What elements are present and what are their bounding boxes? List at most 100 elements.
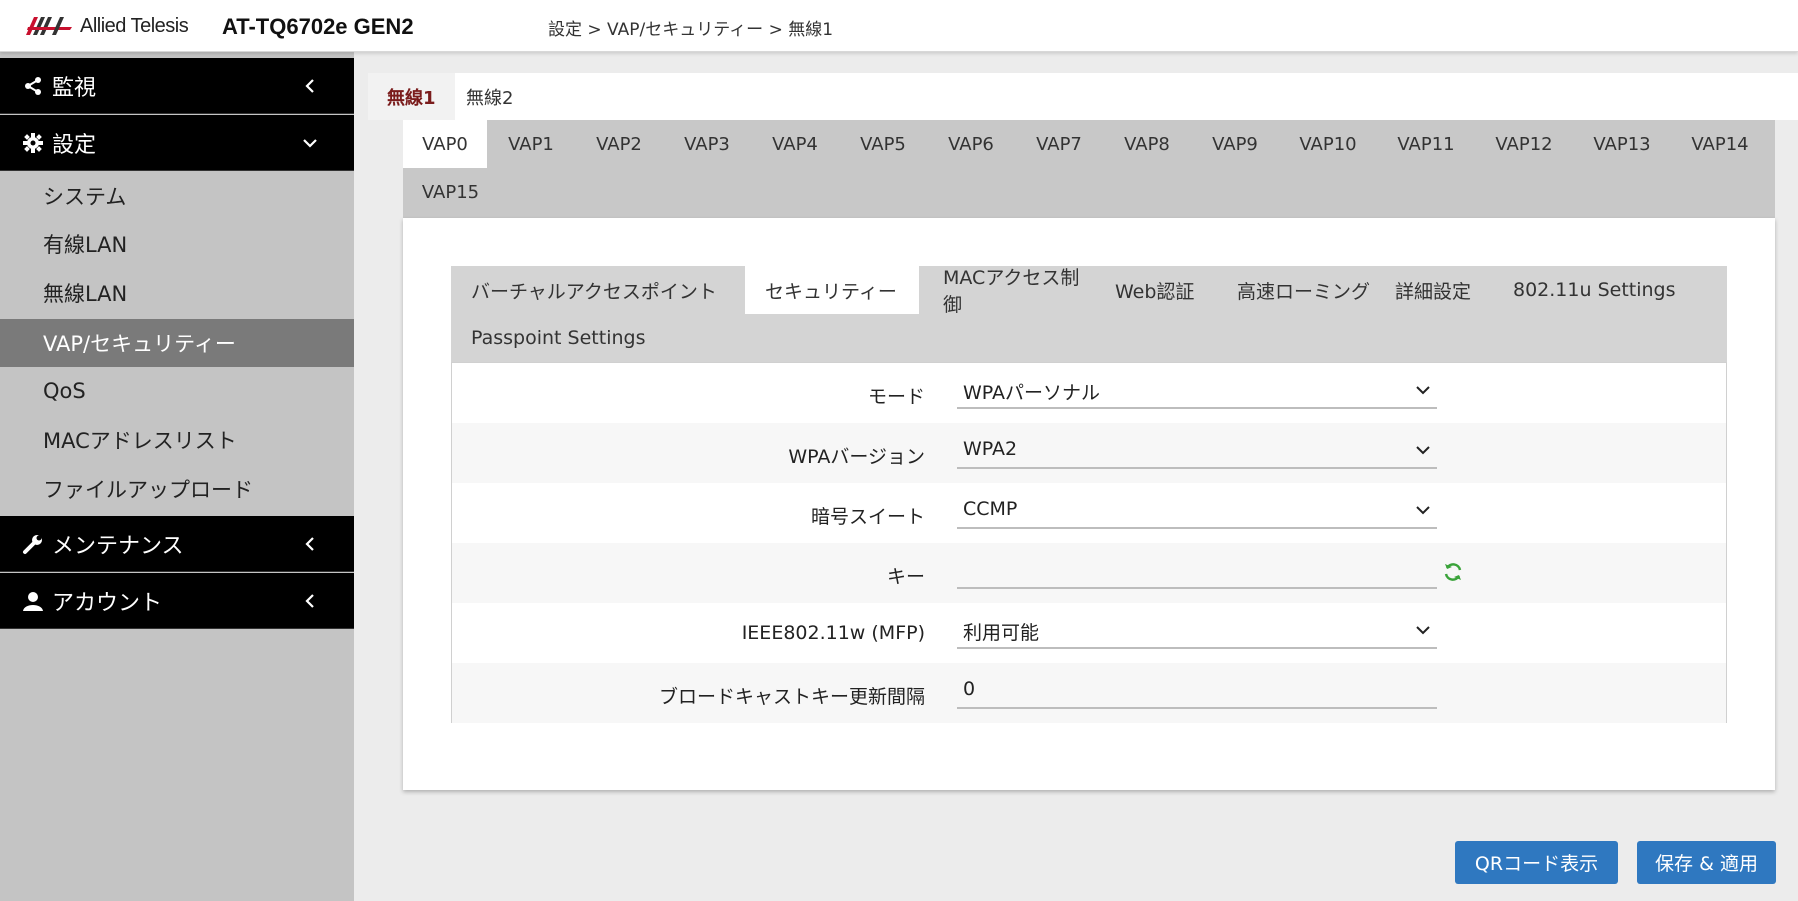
- show-qr-code-button[interactable]: QRコード表示: [1455, 841, 1618, 884]
- tab-vap10[interactable]: VAP10: [1279, 120, 1377, 168]
- tab-web-auth[interactable]: Web認証: [1093, 266, 1213, 314]
- tab-vap14[interactable]: VAP14: [1671, 120, 1769, 168]
- sidebar-item-label: 監視: [52, 75, 97, 101]
- wpa-version-value: WPA2: [963, 438, 1018, 460]
- form-row-mode: モード WPAパーソナル: [452, 363, 1726, 423]
- tab-label: MACアクセス制御: [943, 267, 1080, 316]
- broadcast-key-interval-value: 0: [963, 678, 976, 700]
- tab-label: Passpoint Settings: [471, 327, 646, 349]
- tab-vap11[interactable]: VAP11: [1377, 120, 1475, 168]
- chevron-down-icon: [1416, 386, 1430, 395]
- sidebar-item-qos[interactable]: QoS: [0, 367, 354, 415]
- wpa-version-label: WPAバージョン: [788, 446, 925, 468]
- chevron-left-icon: [305, 537, 314, 551]
- broadcast-key-interval-input[interactable]: 0: [957, 671, 1437, 709]
- tab-label: VAP9: [1212, 133, 1258, 155]
- tab-vap0[interactable]: VAP0: [403, 120, 487, 168]
- sidebar-item-maintenance[interactable]: メンテナンス: [0, 516, 354, 572]
- tab-vap7[interactable]: VAP7: [1015, 120, 1103, 168]
- sidebar-item-vap-security[interactable]: VAP/セキュリティー: [0, 319, 354, 367]
- cipher-suite-value: CCMP: [963, 498, 1018, 520]
- sidebar: 監視 設定 システム 有線LAN 無線LAN VAP/セキュリティー QoS M…: [0, 52, 354, 901]
- tab-vap9[interactable]: VAP9: [1191, 120, 1279, 168]
- tab-label: VAP15: [421, 181, 480, 203]
- tab-passpoint-settings[interactable]: Passpoint Settings: [451, 314, 651, 362]
- sidebar-item-settings[interactable]: 設定: [0, 115, 354, 171]
- chevron-left-icon: [305, 594, 314, 608]
- vap-tab-bar: VAP0 VAP1 VAP2 VAP3 VAP4 VAP5 VAP6 VAP7 …: [403, 120, 1775, 218]
- tab-label: VAP11: [1397, 133, 1455, 155]
- mfp-select[interactable]: 利用可能: [957, 611, 1437, 649]
- wrench-icon: [22, 533, 44, 555]
- logo-mark-icon: [26, 17, 72, 35]
- sidebar-item-wired-lan[interactable]: 有線LAN: [0, 220, 354, 268]
- tab-vap15[interactable]: VAP15: [403, 168, 498, 216]
- save-apply-button[interactable]: 保存 & 適用: [1637, 841, 1776, 884]
- tab-label: バーチャルアクセスポイント: [471, 280, 717, 303]
- logo-text: Allied Telesis: [80, 14, 189, 37]
- sidebar-item-mac-address-list[interactable]: MACアドレスリスト: [0, 416, 354, 464]
- sidebar-item-label: QoS: [43, 379, 86, 403]
- security-form: モード WPAパーソナル WPAバージョン WPA2 暗号スイート CCMP キ…: [451, 362, 1727, 723]
- sidebar-item-monitor[interactable]: 監視: [0, 58, 354, 114]
- tab-label: VAP10: [1299, 133, 1357, 155]
- key-input[interactable]: [957, 551, 1437, 589]
- tab-vap8[interactable]: VAP8: [1103, 120, 1191, 168]
- form-row-mfp: IEEE802.11w (MFP) 利用可能: [452, 603, 1726, 663]
- tab-vap4[interactable]: VAP4: [751, 120, 839, 168]
- sidebar-item-label: ファイルアップロード: [43, 478, 253, 502]
- tab-vap5[interactable]: VAP5: [839, 120, 927, 168]
- tab-vap12[interactable]: VAP12: [1475, 120, 1573, 168]
- chevron-down-icon: [1416, 626, 1430, 635]
- sidebar-item-label: 設定: [52, 132, 97, 158]
- chevron-down-icon: [1416, 446, 1430, 455]
- tab-mac-access-control[interactable]: MACアクセス制御: [919, 266, 1093, 316]
- tab-label: 詳細設定: [1395, 280, 1472, 303]
- share-icon: [22, 75, 44, 97]
- wpa-version-select[interactable]: WPA2: [957, 431, 1437, 469]
- tab-radio2[interactable]: 無線2: [455, 73, 545, 120]
- tab-fast-roaming[interactable]: 高速ローミング: [1213, 266, 1373, 314]
- tab-label: Web認証: [1115, 280, 1195, 303]
- tab-vap2[interactable]: VAP2: [575, 120, 663, 168]
- tab-label: VAP12: [1495, 133, 1553, 155]
- mode-select[interactable]: WPAパーソナル: [957, 371, 1437, 409]
- mode-label: モード: [867, 386, 925, 408]
- tab-label: VAP13: [1593, 133, 1651, 155]
- gear-icon: [22, 132, 44, 154]
- tab-advanced-settings[interactable]: 詳細設定: [1373, 266, 1491, 314]
- tab-vap3[interactable]: VAP3: [663, 120, 751, 168]
- sidebar-item-label: VAP/セキュリティー: [43, 332, 236, 356]
- key-label: キー: [886, 566, 925, 588]
- mode-value: WPAパーソナル: [963, 382, 1101, 404]
- sidebar-item-label: MACアドレスリスト: [43, 429, 237, 453]
- sidebar-item-label: アカウント: [52, 590, 163, 616]
- cipher-suite-select[interactable]: CCMP: [957, 491, 1437, 529]
- tab-label: 高速ローミング: [1237, 280, 1371, 303]
- sidebar-item-label: 無線LAN: [43, 282, 128, 306]
- tab-label: VAP8: [1124, 133, 1170, 155]
- chevron-down-icon: [1416, 506, 1430, 515]
- sidebar-item-wireless-lan[interactable]: 無線LAN: [0, 269, 354, 317]
- tab-label: 802.11u Settings: [1513, 279, 1676, 301]
- tab-label: VAP14: [1691, 133, 1749, 155]
- broadcast-key-interval-label: ブロードキャストキー更新間隔: [658, 686, 925, 708]
- vap-sub-tab-bar: バーチャルアクセスポイント セキュリティー MACアクセス制御 Web認証 高速…: [451, 266, 1727, 362]
- tab-vap1[interactable]: VAP1: [487, 120, 575, 168]
- form-row-broadcast-key-interval: ブロードキャストキー更新間隔 0: [452, 663, 1726, 723]
- cipher-suite-label: 暗号スイート: [810, 506, 925, 528]
- tab-virtual-access-point[interactable]: バーチャルアクセスポイント: [451, 266, 745, 314]
- sidebar-item-file-upload[interactable]: ファイルアップロード: [0, 465, 354, 513]
- tab-security[interactable]: セキュリティー: [745, 266, 919, 314]
- refresh-icon[interactable]: [1442, 561, 1464, 583]
- tab-80211u-settings[interactable]: 802.11u Settings: [1491, 266, 1727, 314]
- sidebar-item-account[interactable]: アカウント: [0, 573, 354, 629]
- tab-vap6[interactable]: VAP6: [927, 120, 1015, 168]
- sidebar-item-system[interactable]: システム: [0, 172, 354, 220]
- tab-label: VAP5: [860, 133, 906, 155]
- tab-vap13[interactable]: VAP13: [1573, 120, 1671, 168]
- tab-radio1[interactable]: 無線1: [368, 73, 455, 120]
- tab-label: 無線2: [466, 87, 514, 109]
- chevron-down-icon: [303, 139, 317, 148]
- breadcrumb: 設定 > VAP/セキュリティー > 無線1: [548, 20, 834, 40]
